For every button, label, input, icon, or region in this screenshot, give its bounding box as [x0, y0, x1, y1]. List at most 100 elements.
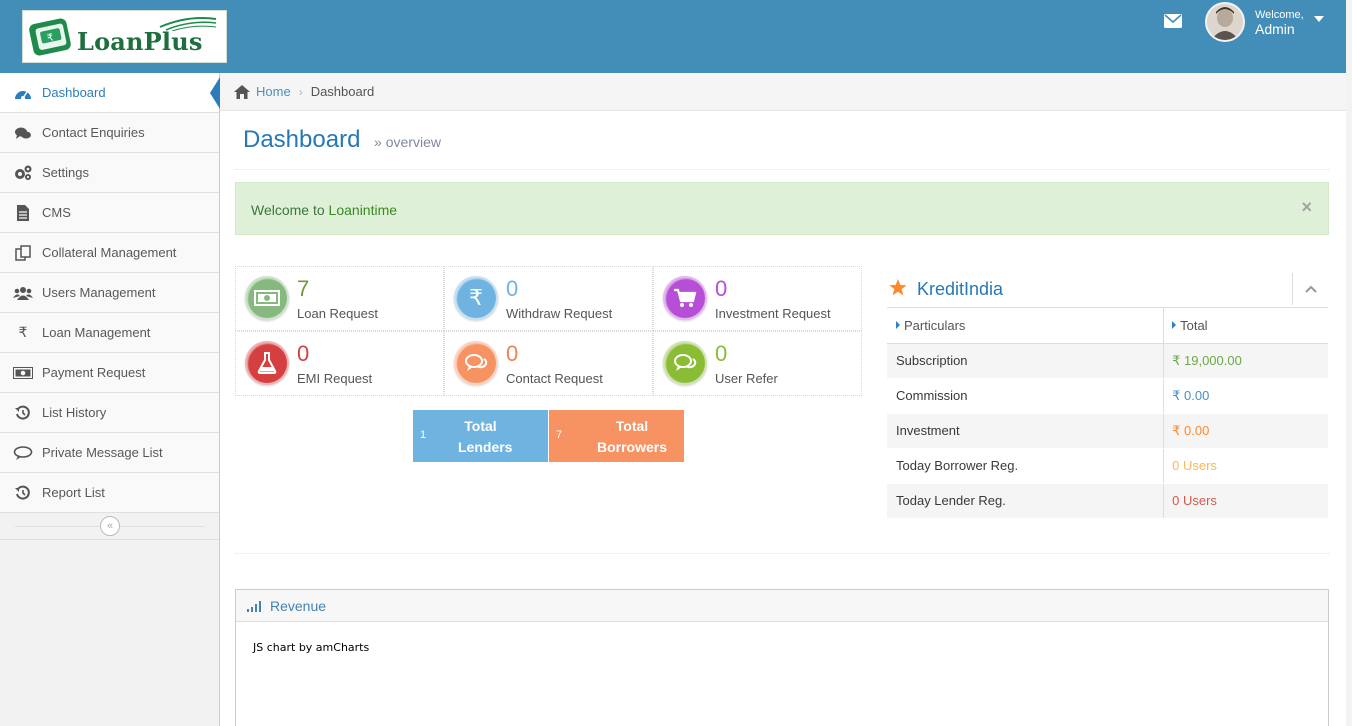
sidebar-item-loan-management[interactable]: ₹ Loan Management [0, 313, 219, 353]
flask-icon [245, 341, 289, 385]
row-label: Today Borrower Reg. [887, 448, 1164, 484]
caret-down-icon[interactable] [1313, 16, 1324, 22]
total-lenders-button[interactable]: 1 Total Lenders [413, 410, 548, 462]
total-lenders-count: 1 [420, 429, 427, 441]
sidebar-item-payment-request[interactable]: Payment Request [0, 353, 219, 393]
user-photo-icon [1207, 4, 1243, 40]
table-row: Commission ₹ 0.00 [887, 378, 1328, 414]
star-icon [889, 279, 907, 296]
home-icon [234, 84, 250, 99]
total-borrowers-button[interactable]: 7 Total Borrowers [549, 410, 684, 462]
avatar [1205, 2, 1245, 42]
widget-header: KreditIndia [887, 270, 1328, 308]
divider [235, 553, 1329, 554]
infobox-label: Loan Request [297, 306, 378, 321]
welcome-label: Welcome, [1255, 9, 1304, 21]
total-lenders-label: Total Lenders [458, 416, 512, 458]
column-header-particulars: Particulars [887, 308, 1164, 344]
kreditindia-widget: KreditIndia Particulars Total Subscripti… [887, 270, 1328, 520]
infobox-investment-request[interactable]: 0 Investment Request [653, 266, 862, 331]
sidebar-item-collateral-management[interactable]: Collateral Management [0, 233, 219, 273]
double-angle-right-icon: » [374, 134, 382, 150]
close-icon[interactable]: × [1301, 197, 1312, 218]
sidebar-item-label: Users Management [42, 285, 156, 300]
breadcrumb-home-link[interactable]: Home [256, 84, 291, 99]
signal-bars-icon [247, 601, 261, 612]
summary-table: Particulars Total Subscription ₹ 19,000.… [887, 308, 1328, 519]
infobox-grid: 7 Loan Request ₹ 0 Withdraw Request 0 In… [235, 266, 863, 397]
row-label: Investment [887, 413, 1164, 449]
total-borrowers-count: 7 [556, 429, 563, 441]
column-header-label: Particulars [904, 317, 966, 333]
sidebar-item-settings[interactable]: Settings [0, 153, 219, 193]
infobox-value: 0 [715, 276, 728, 301]
page-title: Dashboard [243, 126, 361, 153]
widget-title: KreditIndia [917, 279, 1004, 299]
money-icon [12, 364, 34, 382]
sidebar-item-label: Contact Enquiries [42, 125, 145, 140]
mail-icon[interactable] [1164, 14, 1182, 28]
sidebar: Dashboard Contact Enquiries Settings CMS… [0, 73, 220, 726]
table-header-row: Particulars Total [887, 308, 1328, 344]
sidebar-item-users-management[interactable]: Users Management [0, 273, 219, 313]
infobox-label: Withdraw Request [506, 306, 613, 321]
table-row: Investment ₹ 0.00 [887, 413, 1328, 449]
infobox-user-refer[interactable]: 0 User Refer [653, 331, 862, 396]
table-row: Today Borrower Reg. 0 Users [887, 448, 1328, 484]
sidebar-item-list-history[interactable]: List History [0, 393, 219, 433]
infobox-value: 0 [297, 341, 310, 366]
page-subtitle: » overview [374, 134, 441, 150]
table-row: Today Lender Reg. 0 Users [887, 483, 1328, 519]
infobox-value: 0 [506, 341, 519, 366]
sidebar-item-label: List History [42, 405, 107, 420]
history-icon [12, 404, 34, 422]
top-navbar: ₹ LoanPlus Welcome, Admin [0, 0, 1352, 73]
total-lenders-line1: Total [464, 418, 497, 434]
infobox-contact-request[interactable]: 0 Contact Request [444, 331, 653, 396]
sidebar-collapse-row: « [0, 513, 219, 540]
infobox-label: Contact Request [506, 371, 603, 386]
chevron-up-icon[interactable] [1292, 273, 1328, 305]
scrollbar[interactable] [1346, 0, 1352, 726]
file-text-icon [12, 204, 34, 222]
alert-text: Welcome to [251, 202, 329, 218]
sidebar-item-dashboard[interactable]: Dashboard [0, 73, 220, 113]
infobox-label: User Refer [715, 371, 778, 386]
sidebar-item-label: Collateral Management [42, 245, 177, 260]
double-angle-left-icon[interactable]: « [100, 516, 120, 536]
infobox-value: 0 [506, 276, 519, 301]
user-menu[interactable]: Welcome, Admin [1205, 2, 1340, 42]
row-label: Today Lender Reg. [887, 483, 1164, 519]
sidebar-item-private-message-list[interactable]: Private Message List [0, 433, 219, 473]
page-header: Dashboard » overview [235, 112, 1329, 170]
user-name: Admin [1255, 21, 1295, 37]
comments-icon [12, 124, 34, 142]
row-value: 0 Users [1163, 483, 1328, 519]
sidebar-item-label: Private Message List [42, 445, 163, 460]
row-value: 0 Users [1163, 448, 1328, 484]
users-icon [12, 284, 34, 302]
welcome-text: Welcome, Admin [1255, 8, 1304, 36]
sidebar-item-cms[interactable]: CMS [0, 193, 219, 233]
brand-name: LoanPlus [77, 27, 203, 56]
chart-credit-link[interactable]: JS chart by amCharts [253, 641, 369, 654]
sidebar-item-contact-enquiries[interactable]: Contact Enquiries [0, 113, 219, 153]
infobox-loan-request[interactable]: 7 Loan Request [235, 266, 444, 331]
total-borrowers-line1: Total [615, 418, 649, 434]
welcome-alert: Welcome to Loanintime × [235, 182, 1329, 235]
logo-emblem-icon: ₹ [29, 18, 71, 55]
shopping-cart-icon [663, 276, 707, 320]
dashboard-icon [12, 84, 34, 102]
row-value: ₹ 19,000.00 [1163, 343, 1328, 379]
infobox-withdraw-request[interactable]: ₹ 0 Withdraw Request [444, 266, 653, 331]
sidebar-item-report-list[interactable]: Report List [0, 473, 219, 513]
column-header-label: Total [1180, 317, 1208, 333]
caret-right-icon [896, 320, 900, 329]
breadcrumb: Home › Dashboard [220, 73, 1352, 111]
breadcrumb-current: Dashboard [310, 84, 375, 99]
infobox-emi-request[interactable]: 0 EMI Request [235, 331, 444, 396]
page-subtitle-text: overview [385, 134, 441, 150]
brand-logo[interactable]: ₹ LoanPlus [22, 10, 227, 63]
infobox-value: 7 [297, 276, 310, 301]
total-borrowers-label: Total Borrowers [597, 416, 667, 458]
